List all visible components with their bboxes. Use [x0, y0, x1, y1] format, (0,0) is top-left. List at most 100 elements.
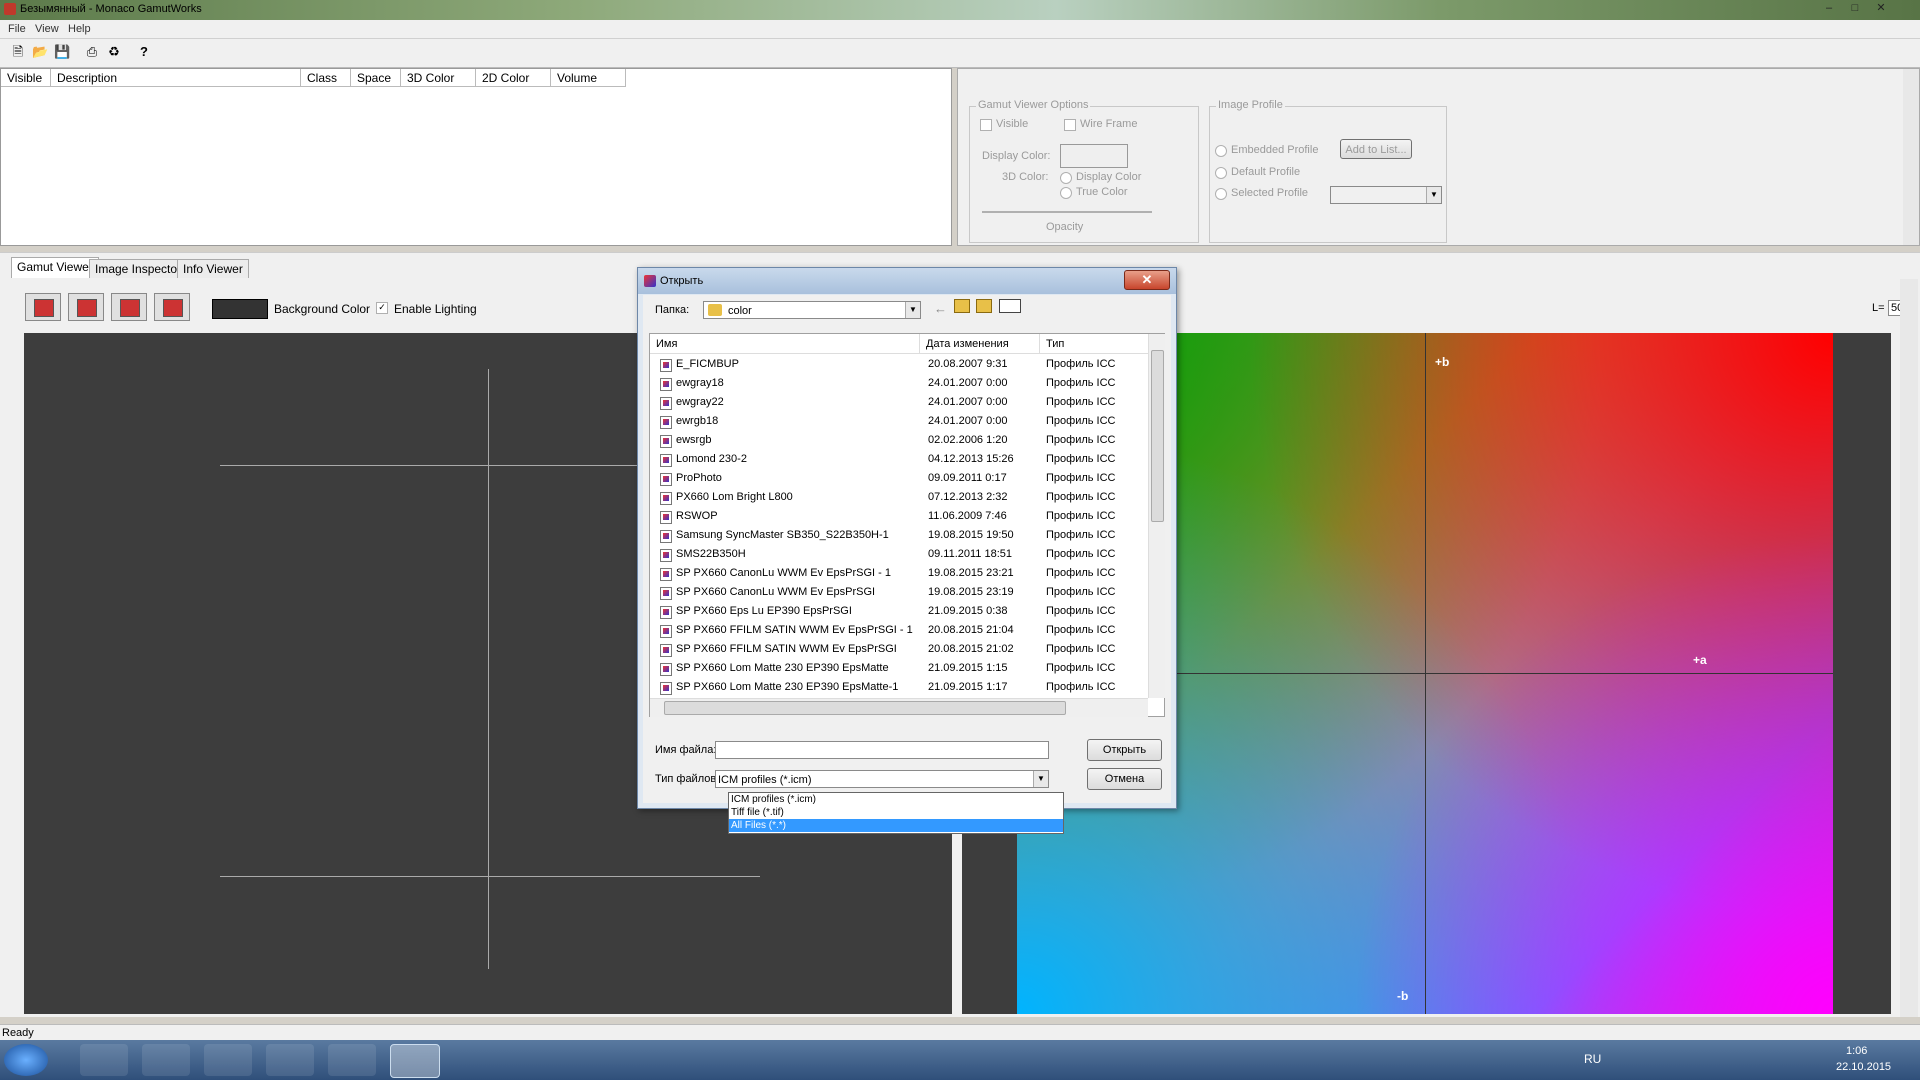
default-profile-radio[interactable]	[1215, 167, 1227, 179]
display-color-radio[interactable]	[1060, 172, 1072, 184]
col-class[interactable]: Class	[301, 69, 351, 87]
start-button-icon[interactable]	[4, 1044, 48, 1076]
hscroll-thumb[interactable]	[664, 701, 1066, 715]
file-row[interactable]: E_FICMBUP 20.08.2007 9:31 Профиль ICC	[650, 355, 1150, 374]
file-row[interactable]: ProPhoto 09.09.2011 0:17 Профиль ICC	[650, 469, 1150, 488]
internet-explorer-icon[interactable]	[80, 1044, 128, 1076]
profile-list[interactable]: Visible Description Class Space 3D Color…	[0, 68, 952, 246]
file-row[interactable]: ewrgb18 24.01.2007 0:00 Профиль ICC	[650, 412, 1150, 431]
opacity-slider[interactable]	[982, 211, 1152, 213]
close-icon[interactable]: ✕	[1124, 270, 1170, 290]
back-icon[interactable]: ←	[934, 301, 947, 316]
filetype-dropdown-list[interactable]: ICM profiles (*.icm) Tiff file (*.tif) A…	[728, 792, 1064, 834]
new-folder-icon[interactable]	[976, 299, 992, 313]
file-row[interactable]: Samsung SyncMaster SB350_S22B350H-1 19.08…	[650, 526, 1150, 545]
embedded-profile-radio[interactable]	[1215, 145, 1227, 157]
folder-value: color	[728, 305, 752, 317]
col-3d-color[interactable]: 3D Color	[401, 69, 476, 87]
file-row[interactable]: SP PX660 CanonLu WWM Ev EpsPrSGI - 1 19.0…	[650, 564, 1150, 583]
file-row[interactable]: ewsrgb 02.02.2006 1:20 Профиль ICC	[650, 431, 1150, 450]
maximize-icon[interactable]: □	[1844, 1, 1866, 17]
file-name: ewgray22	[676, 396, 724, 408]
col-type[interactable]: Тип	[1040, 334, 1150, 354]
enable-lighting-checkbox[interactable]: ✓	[376, 302, 388, 314]
col-date-modified[interactable]: Дата изменения	[920, 334, 1040, 354]
col-space[interactable]: Space	[351, 69, 401, 87]
open-folder-icon[interactable]: 📂	[32, 44, 48, 60]
file-row[interactable]: PX660 Lom Bright L800 07.12.2013 2:32 Проф…	[650, 488, 1150, 507]
clock-time[interactable]: 1:06	[1846, 1045, 1867, 1057]
add-to-list-button[interactable]: Add to List...	[1340, 139, 1412, 159]
filetype-option[interactable]: ICM profiles (*.icm)	[729, 793, 1063, 806]
col-visible[interactable]: Visible	[1, 69, 51, 87]
trash-icon[interactable]: ♻	[106, 44, 122, 60]
file-list-vscroll[interactable]	[1148, 334, 1165, 698]
menu-help[interactable]: Help	[68, 23, 91, 35]
home-view-button[interactable]	[154, 293, 190, 321]
front-view-button[interactable]	[111, 293, 147, 321]
minimize-icon[interactable]: –	[1818, 1, 1840, 17]
language-indicator[interactable]: RU	[1584, 1052, 1601, 1066]
col-description[interactable]: Description	[51, 69, 301, 87]
rotate-view-button[interactable]	[25, 293, 61, 321]
display-color-swatch[interactable]	[1060, 144, 1128, 168]
chrome-icon[interactable]	[328, 1044, 376, 1076]
file-row[interactable]: ewgray18 24.01.2007 0:00 Профиль ICC	[650, 374, 1150, 393]
icc-file-icon	[660, 378, 672, 391]
vertical-scrollbar[interactable]	[1903, 69, 1919, 245]
explorer-folder-icon[interactable]	[142, 1044, 190, 1076]
file-row[interactable]: SP PX660 Lom Matte 230 EP390 EpsMatte-1 2…	[650, 678, 1150, 697]
tab-info-viewer[interactable]: Info Viewer	[177, 259, 249, 278]
file-type: Профиль ICC	[1046, 643, 1116, 655]
clock-date[interactable]: 22.10.2015	[1836, 1061, 1891, 1073]
opera-icon[interactable]	[266, 1044, 314, 1076]
icc-file-icon	[660, 663, 672, 676]
file-row[interactable]: SMS22B350H 09.11.2011 18:51 Профиль ICC	[650, 545, 1150, 564]
filetype-option-selected[interactable]: All Files (*.*)	[729, 819, 1063, 832]
vscroll-thumb[interactable]	[1151, 350, 1164, 522]
filename-input[interactable]	[715, 741, 1049, 759]
up-folder-icon[interactable]	[954, 299, 970, 313]
save-icon[interactable]: 💾	[54, 44, 70, 60]
cancel-button[interactable]: Отмена	[1087, 768, 1162, 790]
file-row[interactable]: SP PX660 Lom Matte 230 EP390 EpsMatte 21.…	[650, 659, 1150, 678]
visible-checkbox[interactable]	[980, 119, 992, 131]
top-view-button[interactable]	[68, 293, 104, 321]
menu-file[interactable]: File	[8, 23, 26, 35]
file-row[interactable]: Lomond 230-2 04.12.2013 15:26 Профиль ICC	[650, 450, 1150, 469]
file-row[interactable]: ewgray22 24.01.2007 0:00 Профиль ICC	[650, 393, 1150, 412]
file-row[interactable]: SP PX660 FFILM SATIN WWM Ev EpsPrSGI 20.0…	[650, 640, 1150, 659]
true-color-radio[interactable]	[1060, 187, 1072, 199]
help-icon[interactable]: ?	[136, 44, 152, 60]
close-icon[interactable]: ✕	[1870, 1, 1892, 17]
selected-profile-combo[interactable]: ▼	[1330, 186, 1442, 204]
file-row[interactable]: RSWOP 11.06.2009 7:46 Профиль ICC	[650, 507, 1150, 526]
file-row[interactable]: SP PX660 CanonLu WWM Ev EpsPrSGI 19.08.20…	[650, 583, 1150, 602]
selected-profile-radio[interactable]	[1215, 188, 1227, 200]
col-volume[interactable]: Volume	[551, 69, 626, 87]
filetype-option[interactable]: Tiff file (*.tif)	[729, 806, 1063, 819]
filetype-combo[interactable]: ICM profiles (*.icm) ▼	[715, 770, 1049, 788]
tab-image-inspector[interactable]: Image Inspector	[89, 259, 188, 278]
file-list-hscroll[interactable]	[650, 698, 1148, 717]
media-player-icon[interactable]	[204, 1044, 252, 1076]
file-row[interactable]: SP PX660 Eps Lu EP390 EpsPrSGI 21.09.2015…	[650, 602, 1150, 621]
print-icon[interactable]: ⎙	[84, 44, 100, 60]
gamutworks-task-icon[interactable]	[390, 1044, 440, 1078]
col-name[interactable]: Имя	[650, 334, 920, 354]
file-row[interactable]: SP PX660 FFILM SATIN WWM Ev EpsPrSGI - 1…	[650, 621, 1150, 640]
file-date: 19.08.2015 23:19	[928, 586, 1014, 598]
icc-file-icon	[660, 549, 672, 562]
tab-gamut-viewer[interactable]: Gamut Viewer	[11, 257, 99, 278]
menu-view[interactable]: View	[35, 23, 59, 35]
folder-combo[interactable]: color ▼	[703, 301, 921, 319]
col-2d-color[interactable]: 2D Color	[476, 69, 551, 87]
cube-top-icon	[77, 299, 97, 317]
open-button[interactable]: Открыть	[1087, 739, 1162, 761]
new-file-icon[interactable]: 🗎	[10, 44, 26, 60]
background-color-swatch[interactable]	[212, 299, 268, 319]
file-list[interactable]: Имя Дата изменения Тип E_FICMBUP 20.08.20…	[649, 333, 1165, 717]
viewer-scrollbar[interactable]	[1900, 279, 1918, 1017]
view-menu-icon[interactable]	[999, 299, 1021, 313]
wire-frame-checkbox[interactable]	[1064, 119, 1076, 131]
